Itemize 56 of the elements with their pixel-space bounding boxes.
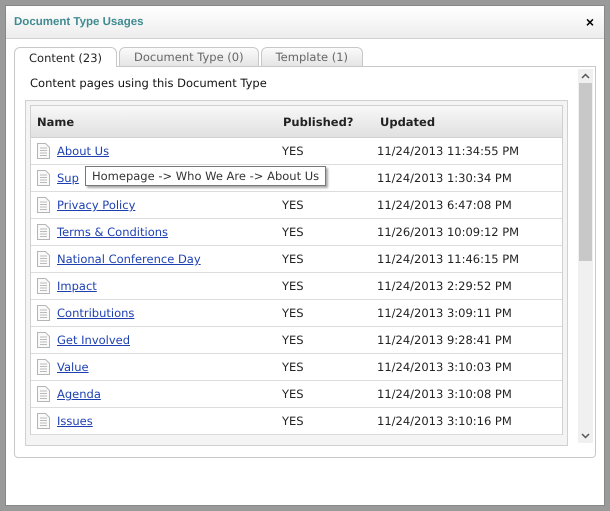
page-link[interactable]: Issues	[57, 414, 93, 428]
published-cell: YES	[282, 360, 304, 374]
tab[interactable]: Content (23)	[14, 47, 117, 67]
tab[interactable]: Template (1)	[260, 47, 364, 66]
column-header: Updated	[379, 114, 436, 128]
dialog-title: Document Type Usages	[14, 16, 144, 28]
updated-cell: 11/24/2013 1:30:34 PM	[377, 171, 512, 185]
updated-cell: 11/24/2013 3:09:11 PM	[377, 306, 512, 320]
page-link[interactable]: Sup	[57, 171, 79, 185]
updated-cell: 11/24/2013 3:10:16 PM	[377, 414, 512, 428]
close-button[interactable]: ×	[584, 14, 596, 30]
column-header: Name	[36, 114, 76, 128]
description-text: Content pages using this Document Type	[30, 76, 268, 90]
page-link[interactable]: Privacy Policy	[57, 198, 136, 212]
document-icon	[37, 305, 50, 321]
scroll-down-icon[interactable]	[581, 433, 590, 439]
updated-cell: 11/24/2013 11:46:15 PM	[377, 252, 520, 266]
updated-cell: 11/24/2013 3:10:03 PM	[377, 360, 512, 374]
document-icon	[37, 251, 50, 267]
document-icon	[37, 359, 50, 375]
page-link[interactable]: About Us	[57, 144, 110, 158]
updated-cell: 11/24/2013 2:29:52 PM	[377, 279, 512, 293]
updated-cell: 11/24/2013 11:34:55 PM	[377, 144, 520, 158]
published-cell: YES	[282, 144, 304, 158]
scrollbar[interactable]	[578, 69, 593, 443]
published-cell: YES	[282, 279, 304, 293]
published-cell: YES	[282, 198, 304, 212]
page-link[interactable]: National Conference Day	[57, 252, 201, 266]
page-link[interactable]: Value	[57, 360, 89, 374]
published-cell: YES	[282, 414, 304, 428]
document-icon	[37, 170, 50, 186]
page-link[interactable]: Terms & Conditions	[57, 225, 168, 239]
document-icon	[37, 278, 50, 294]
updated-cell: 11/26/2013 10:09:12 PM	[377, 225, 520, 239]
updated-cell: 11/24/2013 3:10:08 PM	[377, 387, 512, 401]
document-icon	[37, 197, 50, 213]
published-cell: YES	[282, 225, 304, 239]
path-tooltip: Homepage -> Who We Are -> About Us	[85, 166, 326, 186]
document-icon	[37, 386, 50, 402]
document-icon	[37, 413, 50, 429]
page-link[interactable]: Contributions	[57, 306, 134, 320]
published-cell: YES	[282, 306, 304, 320]
updated-cell: 11/24/2013 9:28:41 PM	[377, 333, 512, 347]
published-cell: YES	[282, 387, 304, 401]
column-header: Published?	[282, 114, 354, 128]
document-icon	[37, 143, 50, 159]
published-cell: YES	[282, 252, 304, 266]
scroll-up-icon[interactable]	[581, 73, 590, 79]
page-link[interactable]: Impact	[57, 279, 97, 293]
document-icon	[37, 224, 50, 240]
page-link[interactable]: Get Involved	[57, 333, 130, 347]
document-icon	[37, 332, 50, 348]
updated-cell: 11/24/2013 6:47:08 PM	[377, 198, 512, 212]
page-link[interactable]: Agenda	[57, 387, 101, 401]
tab[interactable]: Document Type (0)	[119, 47, 259, 66]
published-cell: YES	[282, 333, 304, 347]
